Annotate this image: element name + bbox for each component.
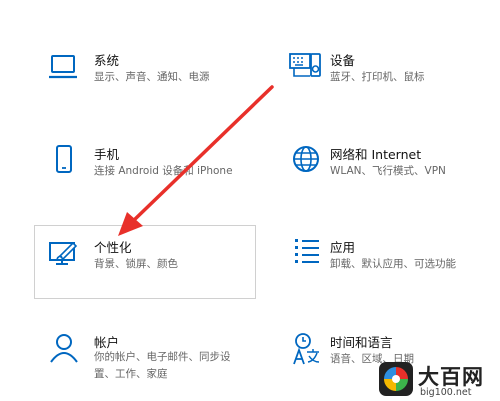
tile-title: 系统: [94, 53, 120, 68]
tile-title: 网络和 Internet: [330, 147, 422, 162]
tile-devices[interactable]: 设备 蓝牙、打印机、鼠标: [278, 50, 498, 90]
tile-system[interactable]: 系统 显示、声音、通知、电源: [36, 50, 266, 90]
time-language-icon: [288, 332, 324, 368]
tile-phone[interactable]: 手机 连接 Android 设备和 iPhone: [36, 144, 266, 184]
tile-title: 个性化: [94, 240, 132, 255]
tile-description: 背景、锁屏、颜色: [94, 258, 178, 270]
tile-accounts[interactable]: 帐户 你的帐户、电子邮件、同步设 置、工作、家庭: [36, 332, 266, 384]
globe-icon: [288, 144, 324, 180]
personalization-icon: [46, 237, 82, 273]
watermark-site: big100.net: [420, 387, 472, 398]
tile-title: 设备: [330, 53, 356, 68]
watermark-logo: 大百网 big100.net: [378, 361, 496, 398]
devices-icon: [288, 50, 324, 86]
watermark-mark-icon: [379, 362, 413, 396]
account-icon: [46, 332, 82, 368]
tile-title: 手机: [94, 147, 120, 162]
tile-apps[interactable]: 应用 卸载、默认应用、可选功能: [278, 237, 498, 277]
tile-title: 时间和语言: [330, 335, 393, 350]
tile-title: 应用: [330, 240, 356, 255]
tile-description: WLAN、飞行模式、VPN: [330, 165, 446, 177]
tile-description: 连接 Android 设备和 iPhone: [94, 165, 233, 177]
tile-description: 卸载、默认应用、可选功能: [330, 258, 456, 270]
laptop-icon: [46, 50, 82, 86]
phone-icon: [46, 144, 82, 180]
tile-network[interactable]: 网络和 Internet WLAN、飞行模式、VPN: [278, 144, 498, 184]
tile-personalization[interactable]: 个性化 背景、锁屏、颜色: [36, 237, 254, 277]
apps-list-icon: [288, 237, 324, 273]
tile-description-line-2: 置、工作、家庭: [94, 368, 168, 380]
tile-description: 蓝牙、打印机、鼠标: [330, 71, 425, 83]
tile-description: 显示、声音、通知、电源: [94, 71, 210, 83]
tile-description-line-1: 你的帐户、电子邮件、同步设: [94, 351, 231, 363]
